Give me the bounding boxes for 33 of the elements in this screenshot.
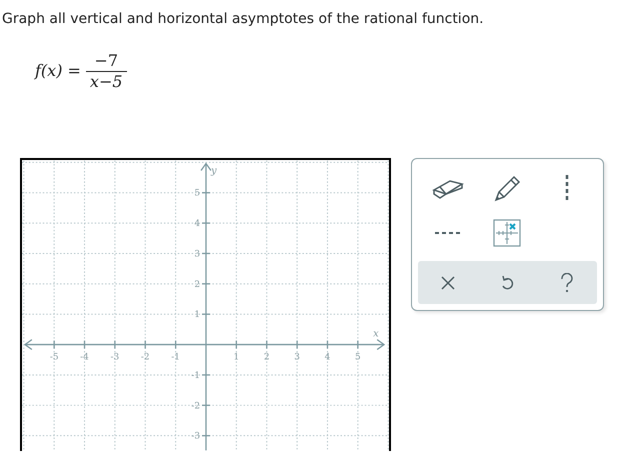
horizontal-dashed-line-icon — [434, 231, 461, 235]
tick-label: -1 — [171, 352, 180, 362]
instruction-text: Graph all vertical and horizontal asymptotes of the rational function. — [1, 10, 485, 29]
coordinate-grid[interactable]: -5 -4 -3 -2 -1 1 2 3 4 5 5 4 3 2 1 -1 -2 -3 y x — [20, 158, 391, 451]
tick-label: -4 — [80, 352, 89, 362]
axis-label: y — [210, 165, 217, 176]
axis-label: x — [373, 328, 379, 340]
tick-label: -3 — [110, 352, 120, 362]
tick-label: -3 — [191, 432, 200, 442]
vertical-dashed-line-icon — [564, 175, 570, 203]
tick-label: 5 — [355, 352, 361, 362]
pencil-icon — [492, 174, 522, 204]
tick-label: -1 — [191, 370, 200, 381]
function-name: f(x) = — [35, 60, 81, 82]
tick-label: 3 — [194, 249, 200, 260]
tick-label: 2 — [264, 352, 270, 362]
tick-label: -2 — [191, 401, 200, 412]
tick-label: 2 — [194, 280, 200, 290]
tick-label: 3 — [294, 352, 300, 362]
help-icon — [560, 272, 574, 292]
tick-label: -5 — [50, 352, 58, 362]
fraction-numerator: −7 — [93, 50, 120, 70]
tick-label: 4 — [324, 352, 330, 362]
eraser-icon — [432, 178, 464, 200]
tick-label: 1 — [194, 310, 200, 320]
tick-label: 1 — [234, 352, 240, 362]
tick-label: 4 — [194, 219, 200, 230]
close-icon — [440, 276, 455, 290]
tick-label: 5 — [194, 188, 200, 199]
point-grid-icon — [493, 219, 522, 247]
fraction-denominator: x−5 — [86, 70, 127, 92]
tick-label: -2 — [140, 352, 150, 362]
undo-icon — [500, 274, 514, 290]
